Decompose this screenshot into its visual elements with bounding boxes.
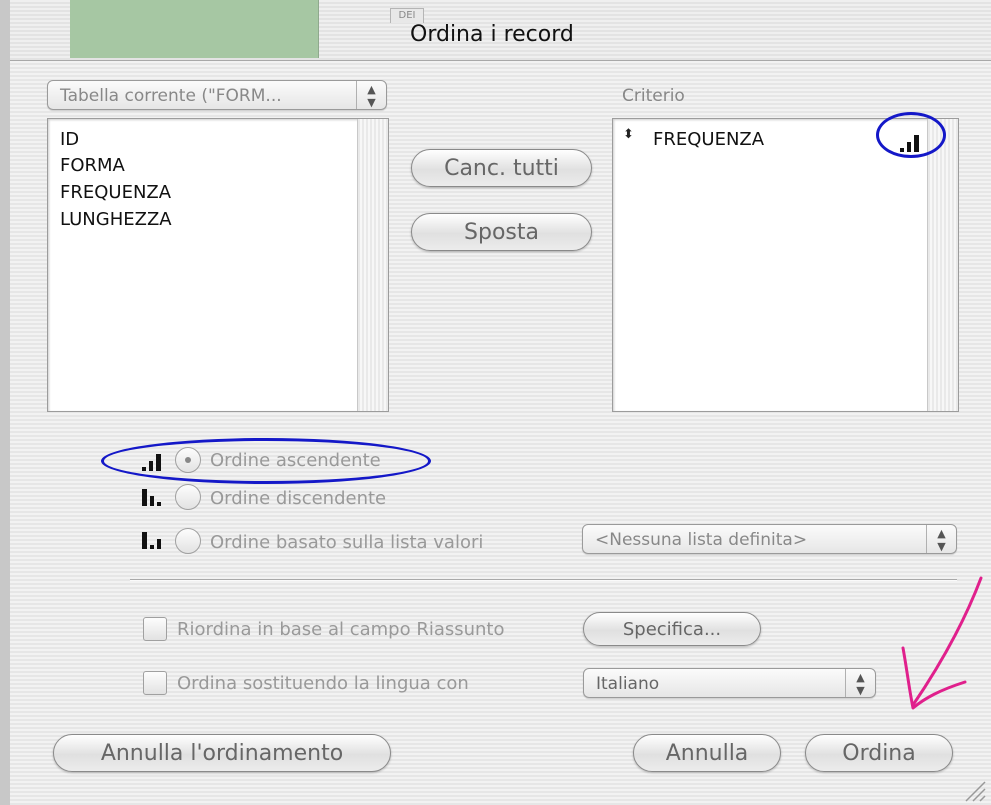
table-popup[interactable]: Tabella corrente ("FORM... ▲ ▼	[47, 80, 387, 110]
value-list-radio[interactable]	[175, 528, 201, 554]
reorder-summary-label[interactable]: Riordina in base al campo Riassunto	[177, 619, 505, 640]
criteria-item[interactable]: FREQUENZA	[653, 129, 764, 150]
language-checkbox[interactable]	[143, 671, 167, 695]
criteria-list[interactable]: ⬍ FREQUENZA	[612, 118, 959, 412]
specify-button[interactable]: Specifica...	[583, 612, 761, 646]
criteria-list-scrollbar[interactable]	[927, 119, 958, 411]
list-item[interactable]: ID	[60, 129, 79, 150]
fields-list-scrollbar[interactable]	[357, 119, 388, 411]
criteria-label: Criterio	[622, 86, 685, 106]
background-tab: DEI	[390, 8, 424, 23]
list-item[interactable]: FREQUENZA	[60, 182, 171, 203]
move-button[interactable]: Sposta	[411, 213, 592, 251]
up-down-arrows-icon: ▲ ▼	[356, 81, 386, 109]
reorder-summary-checkbox[interactable]	[143, 617, 167, 641]
background-window-area	[70, 0, 319, 58]
sort-button[interactable]: Ordina	[805, 734, 953, 772]
language-label[interactable]: Ordina sostituendo la lingua con	[177, 673, 469, 694]
annotation-circle	[101, 438, 431, 484]
up-down-arrows-icon: ▲ ▼	[926, 525, 956, 553]
value-list-popup[interactable]: <Nessuna lista definita> ▲ ▼	[582, 524, 957, 554]
list-item[interactable]: FORMA	[60, 155, 125, 176]
value-list-label[interactable]: Ordine basato sulla lista valori	[210, 532, 483, 553]
separator	[130, 579, 957, 581]
language-popup-value: Italiano	[596, 674, 660, 694]
list-item[interactable]: LUNGHEZZA	[60, 209, 172, 230]
up-down-arrows-icon: ▲ ▼	[845, 669, 875, 697]
table-popup-value: Tabella corrente ("FORM...	[60, 86, 282, 106]
annotation-circle	[876, 112, 946, 158]
language-popup[interactable]: Italiano ▲ ▼	[583, 668, 876, 698]
descending-sort-icon	[142, 489, 161, 506]
clear-all-button[interactable]: Canc. tutti	[411, 149, 592, 187]
value-list-popup-value: <Nessuna lista definita>	[595, 530, 808, 550]
cancel-button[interactable]: Annulla	[633, 734, 781, 772]
annotation-arrow	[901, 576, 983, 710]
window-title: Ordina i record	[410, 22, 574, 47]
value-list-sort-icon	[142, 532, 161, 549]
fields-list[interactable]: ID FORMA FREQUENZA LUNGHEZZA	[47, 118, 389, 412]
resize-grip-icon[interactable]	[962, 780, 986, 802]
descending-label[interactable]: Ordine discendente	[210, 488, 386, 509]
drag-handle-icon[interactable]: ⬍	[623, 127, 634, 142]
descending-radio[interactable]	[175, 484, 201, 510]
unsort-button[interactable]: Annulla l'ordinamento	[53, 734, 391, 772]
